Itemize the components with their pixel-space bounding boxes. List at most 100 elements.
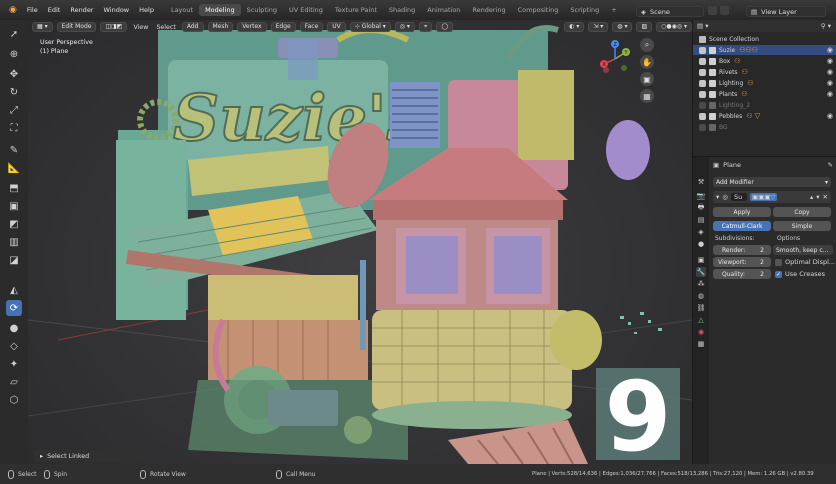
visibility-checkbox[interactable] — [699, 68, 706, 76]
add-modifier-dropdown[interactable]: Add Modifier ▾ — [713, 177, 831, 187]
navigation-gizmo[interactable]: Y X Z — [594, 38, 636, 80]
delete-scene-icon[interactable] — [720, 6, 729, 15]
menu-window[interactable]: Window — [98, 6, 134, 14]
optimal-display-checkbox[interactable] — [775, 258, 782, 266]
modifier-name-field[interactable]: Su — [730, 193, 747, 201]
outliner-row-suzie[interactable]: Suzie ⚇⚇⚇ ◉ — [693, 45, 836, 55]
tab-animation[interactable]: Animation — [421, 4, 466, 16]
tab-scripting[interactable]: Scripting — [564, 4, 605, 16]
overlay-toggle[interactable]: ◍ ▾ — [612, 22, 633, 32]
zoom-icon[interactable]: ⌕ — [640, 38, 654, 52]
tab-layout[interactable]: Layout — [165, 4, 199, 16]
tab-compositing[interactable]: Compositing — [512, 4, 565, 16]
output-tab-icon[interactable]: 🖶 — [696, 203, 706, 213]
menu-help[interactable]: Help — [134, 6, 159, 14]
spin-tool-icon[interactable]: ⟳ — [6, 300, 22, 316]
uv-smooth-dropdown[interactable]: Smooth, keep c... — [773, 245, 833, 255]
catmull-clark-button[interactable]: Catmull-Clark — [713, 221, 771, 231]
mode-selector[interactable]: Edit Mode — [56, 22, 97, 32]
outliner-row-rivets[interactable]: Rivets ⚇ ◉ — [693, 67, 836, 77]
visibility-checkbox[interactable] — [699, 57, 706, 65]
quality-field[interactable]: Quality: 2 — [713, 269, 771, 279]
smooth-tool-icon[interactable]: ● — [6, 320, 22, 336]
eye-icon[interactable]: ◉ — [827, 68, 833, 76]
visibility-checkbox[interactable] — [699, 90, 706, 98]
rotate-tool-icon[interactable]: ↻ — [6, 84, 22, 100]
new-scene-icon[interactable] — [708, 6, 717, 15]
modifier-tab-icon[interactable]: 🔧 — [696, 267, 706, 277]
transform-orientation-dropdown[interactable]: ⊹ Global ▾ — [349, 22, 391, 32]
visibility-dropdown[interactable]: ◐ ▾ — [564, 22, 585, 32]
xray-toggle[interactable]: ▨ — [636, 22, 653, 32]
select-box-tool-icon[interactable]: ➚ — [6, 26, 22, 42]
tab-rendering[interactable]: Rendering — [466, 4, 511, 16]
visibility-checkbox[interactable] — [699, 112, 706, 120]
apply-button[interactable]: Apply — [713, 207, 771, 217]
outliner-filter-icon[interactable]: ⚲ ▾ — [821, 22, 831, 30]
use-creases-row[interactable]: ✓ Use Creases — [775, 270, 825, 278]
outliner-row-bg[interactable]: BG — [693, 122, 836, 132]
menu-view[interactable]: View — [131, 24, 150, 31]
annotate-tool-icon[interactable]: ✎ — [6, 142, 22, 158]
tab-sculpting[interactable]: Sculpting — [241, 4, 283, 16]
modifier-toggle-icons[interactable]: ▣▣▣▽ — [749, 193, 778, 201]
eye-icon[interactable]: ◉ — [827, 90, 833, 98]
outliner-row-scene-collection[interactable]: Scene Collection — [693, 34, 836, 44]
move-up-icon[interactable]: ▴ — [810, 193, 813, 201]
outliner-row-plants[interactable]: Plants ⚇ ◉ — [693, 89, 836, 99]
tab-modeling[interactable]: Modeling — [199, 4, 241, 16]
last-operator-panel[interactable]: ▸ Select Linked — [34, 450, 142, 462]
eye-icon[interactable]: ◉ — [827, 112, 833, 120]
menu-add[interactable]: Add — [181, 22, 204, 32]
edge-slide-tool-icon[interactable]: ◇ — [6, 338, 22, 354]
loop-cut-tool-icon[interactable]: ▥ — [6, 234, 22, 250]
data-tab-icon[interactable]: △ — [696, 315, 706, 325]
menu-vertex[interactable]: Vertex — [237, 22, 267, 32]
visibility-checkbox[interactable] — [699, 101, 706, 109]
gizmo-toggle[interactable]: ⇲ ▾ — [588, 22, 609, 32]
physics-tab-icon[interactable]: ◍ — [696, 291, 706, 301]
visibility-checkbox[interactable] — [699, 46, 706, 54]
object-tab-icon[interactable]: ▣ — [696, 255, 706, 265]
material-tab-icon[interactable]: ◉ — [696, 327, 706, 337]
texture-tab-icon[interactable]: ▦ — [696, 339, 706, 349]
view-layer-selector[interactable]: ▤ View Layer — [746, 6, 826, 17]
measure-tool-icon[interactable]: 📐 — [6, 160, 22, 176]
blender-logo-icon[interactable]: ◉ — [4, 5, 22, 15]
snap-toggle[interactable]: ⌖ — [418, 22, 433, 32]
shrink-fatten-tool-icon[interactable]: ✦ — [6, 356, 22, 372]
menu-face[interactable]: Face — [299, 22, 324, 32]
pin-icon[interactable]: ▣ — [713, 161, 719, 169]
eye-icon[interactable]: ◉ — [827, 57, 833, 65]
tab-texture-paint[interactable]: Texture Paint — [329, 4, 383, 16]
shear-tool-icon[interactable]: ▱ — [6, 374, 22, 390]
perspective-toggle-icon[interactable]: ▦ — [640, 89, 654, 103]
modifier-header[interactable]: ▾ ◎ Su ▣▣▣▽ ▴ ▾ ✕ — [713, 191, 831, 203]
pivot-dropdown[interactable]: ◎ ▾ — [394, 22, 415, 32]
viewport-levels-field[interactable]: Viewport: 2 — [713, 257, 771, 267]
bevel-tool-icon[interactable]: ◩ — [6, 216, 22, 232]
cursor-tool-icon[interactable]: ⊕ — [6, 46, 22, 62]
knife-tool-icon[interactable]: ◪ — [6, 252, 22, 268]
remove-modifier-icon[interactable]: ✕ — [823, 193, 828, 201]
menu-edge[interactable]: Edge — [270, 22, 296, 32]
visibility-checkbox[interactable] — [699, 123, 706, 131]
eye-icon[interactable]: ◉ — [827, 79, 833, 87]
render-levels-field[interactable]: Render: 2 — [713, 245, 771, 255]
extrude-tool-icon[interactable]: ⬒ — [6, 180, 22, 196]
menu-mesh[interactable]: Mesh — [207, 22, 234, 32]
pan-hand-icon[interactable]: ✋ — [640, 55, 654, 69]
collapse-arrow-icon[interactable]: ▾ — [716, 193, 719, 201]
menu-render[interactable]: Render — [65, 6, 98, 14]
scene-selector[interactable]: ◈ Scene — [636, 6, 704, 17]
simple-button[interactable]: Simple — [773, 221, 831, 231]
use-creases-checkbox[interactable]: ✓ — [775, 270, 782, 278]
add-workspace-icon[interactable]: + — [605, 4, 622, 16]
proportional-edit-toggle[interactable]: ◯ — [436, 22, 454, 32]
pin-toggle-icon[interactable]: ✎ — [828, 161, 833, 169]
inset-tool-icon[interactable]: ▣ — [6, 198, 22, 214]
scene-tab-icon[interactable]: ◈ — [696, 227, 706, 237]
scale-tool-icon[interactable]: ⤢ — [6, 102, 22, 118]
visibility-checkbox[interactable] — [699, 79, 706, 87]
copy-button[interactable]: Copy — [773, 207, 831, 217]
